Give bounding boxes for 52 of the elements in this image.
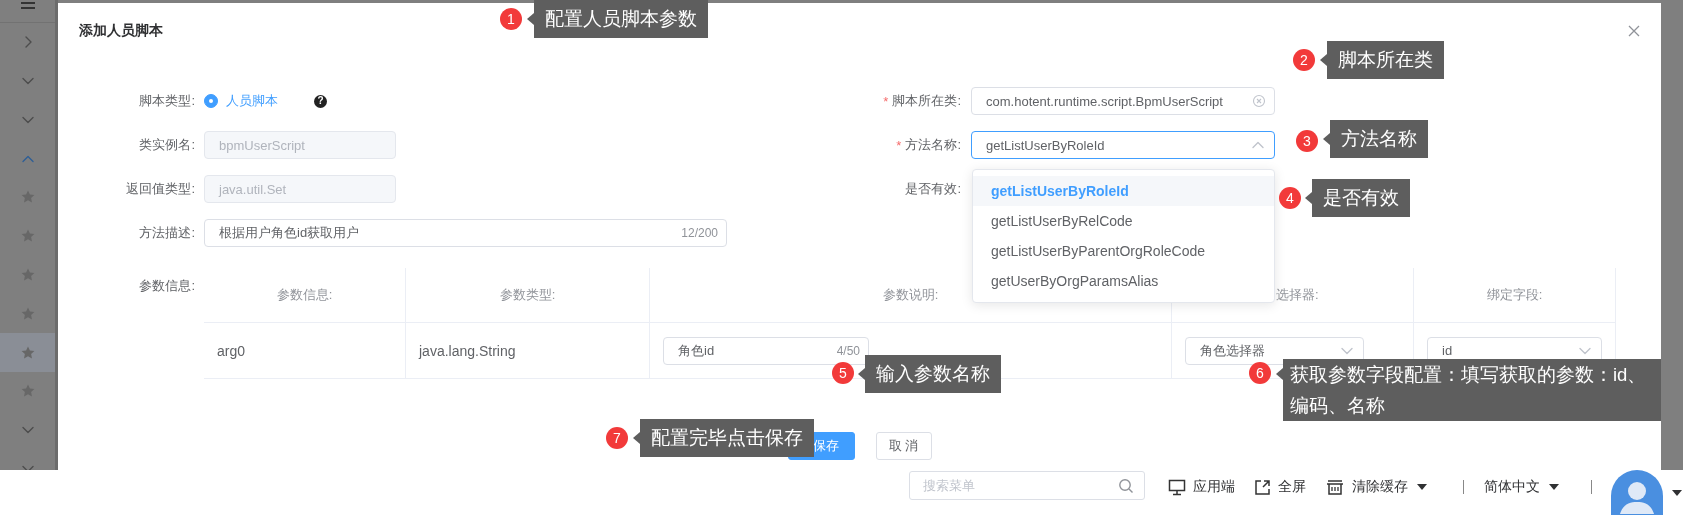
dialog-title: 添加人员脚本 bbox=[79, 22, 163, 40]
radio-button[interactable] bbox=[204, 94, 218, 108]
column-header: 选择器: bbox=[1276, 286, 1319, 304]
form-label: 方法名称: bbox=[905, 136, 961, 154]
menu-icon[interactable] bbox=[19, 0, 36, 10]
char-count: 12/200 bbox=[681, 226, 718, 240]
toolbar-link[interactable]: 全屏 bbox=[1254, 470, 1306, 504]
annotation-tooltip: 配置完毕点击保存 bbox=[633, 419, 814, 457]
form-label: 类实例名: bbox=[139, 136, 195, 154]
form-label: 返回值类型: bbox=[126, 180, 195, 198]
form-label: 方法描述: bbox=[139, 224, 195, 242]
annotation-tooltip: 输入参数名称 bbox=[858, 355, 1001, 393]
annotation-tooltip: 配置人员脚本参数 bbox=[527, 0, 708, 38]
dropdown-option[interactable]: getListUserByRelCode bbox=[973, 206, 1274, 236]
dropdown-option[interactable]: getListUserByParentOrgRoleCode bbox=[973, 236, 1274, 266]
user-menu[interactable] bbox=[1611, 470, 1682, 515]
table-cell: arg0 bbox=[204, 323, 406, 379]
expand-icon bbox=[1254, 478, 1271, 496]
column-header: 参数类型: bbox=[499, 286, 556, 304]
search-field[interactable]: 搜索菜单 bbox=[909, 471, 1145, 500]
cancel-button[interactable]: 取 消 bbox=[875, 432, 932, 460]
annotation-tooltip: 方法名称 bbox=[1323, 120, 1428, 158]
column-header: 绑定字段: bbox=[1486, 286, 1543, 304]
annotation-tooltip: 脚本所在类 bbox=[1320, 41, 1444, 79]
avatar-icon bbox=[1611, 470, 1663, 515]
help-icon: ? bbox=[314, 94, 327, 108]
select-field[interactable]: getListUserByRoleId bbox=[971, 131, 1275, 159]
toolbar-link[interactable]: 应用端 bbox=[1168, 470, 1235, 504]
toolbar-link[interactable]: 简体中文 bbox=[1484, 470, 1559, 504]
input-field[interactable]: com.hotent.runtime.script.BpmUserScript bbox=[971, 87, 1275, 115]
monitor-icon bbox=[1168, 478, 1186, 496]
required-mark: * bbox=[883, 93, 889, 109]
annotation-tooltip: 是否有效 bbox=[1305, 179, 1410, 217]
form-label: 参数信息: bbox=[139, 277, 195, 295]
form-label: 脚本类型: bbox=[139, 92, 195, 110]
select-field[interactable]: 角色选择器 bbox=[1185, 336, 1364, 365]
input-field[interactable]: 角色id 4/50 bbox=[663, 336, 869, 365]
input-field[interactable]: 根据用户角色id获取用户 12/200 bbox=[204, 219, 727, 247]
dropdown-option[interactable]: getUserByOrgParamsAlias bbox=[973, 266, 1274, 296]
toolbar-link[interactable]: 清除缓存 bbox=[1325, 470, 1427, 504]
bin-icon bbox=[1325, 478, 1345, 496]
annotation-tooltip: 获取参数字段配置：填写获取的参数：id、编码、名称 bbox=[1276, 359, 1661, 421]
form-label: 脚本所在类: bbox=[892, 92, 961, 110]
form-label: 是否有效: bbox=[905, 180, 961, 198]
table-cell: java.lang.String bbox=[406, 323, 650, 379]
column-header: 参数说明: bbox=[882, 286, 939, 304]
close-icon[interactable] bbox=[1628, 25, 1640, 37]
char-count: 4/50 bbox=[836, 343, 860, 358]
sidebar-item[interactable] bbox=[0, 333, 55, 372]
required-mark: * bbox=[896, 137, 902, 153]
column-header: 参数信息: bbox=[276, 286, 333, 304]
clear-icon[interactable] bbox=[1252, 94, 1266, 108]
